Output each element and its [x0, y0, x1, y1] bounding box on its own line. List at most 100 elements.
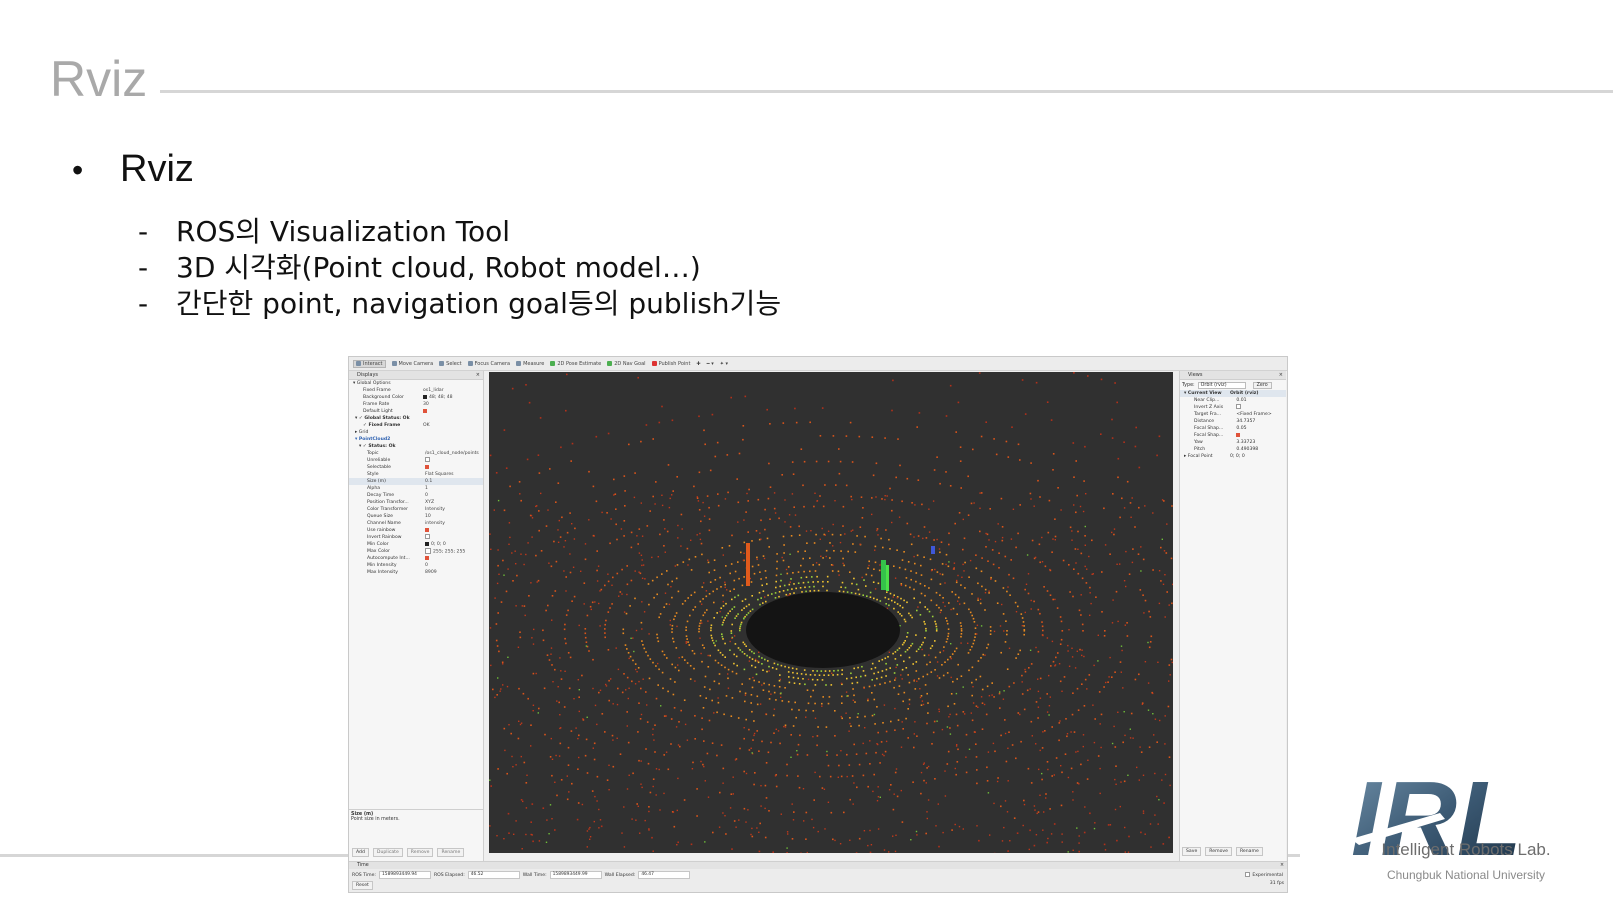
view-property-row[interactable]: ▸ Focal Point 0; 0; 0	[1180, 453, 1286, 460]
view-property-row[interactable]: Near Clip... 0.01	[1180, 397, 1286, 404]
save-button[interactable]: Save	[1182, 847, 1202, 856]
display-property-row[interactable]: Selectable	[349, 464, 483, 471]
tool-measure[interactable]: Measure	[516, 361, 544, 367]
display-property-row[interactable]: Color Transformer Intensity	[349, 506, 483, 513]
close-icon[interactable]: ×	[1280, 862, 1287, 869]
checkbox-icon[interactable]	[425, 464, 429, 469]
display-property-row[interactable]: Topic/os1_cloud_node/points	[349, 450, 483, 457]
checkbox-icon[interactable]	[425, 534, 430, 539]
point	[711, 742, 714, 744]
color-swatch[interactable]	[425, 541, 429, 546]
display-property-row[interactable]: Frame Rate 30	[349, 401, 483, 408]
view-property-row[interactable]: Focal Shap...	[1180, 432, 1286, 439]
3d-viewport[interactable]	[489, 372, 1173, 853]
tool-add-plus[interactable]: ✚	[696, 361, 700, 367]
checkbox-icon[interactable]	[425, 527, 429, 532]
display-property-row[interactable]: Autocompute Int...	[349, 555, 483, 562]
point	[1089, 812, 1091, 815]
display-property-row[interactable]: ▾ ✓ Global Status: Ok	[349, 415, 483, 422]
rename-view-button[interactable]: Rename	[1235, 847, 1263, 856]
display-property-row[interactable]: Position Transfor... XYZ	[349, 499, 483, 506]
point	[551, 774, 553, 777]
display-property-row[interactable]: Channel Name intensity	[349, 520, 483, 527]
add-button[interactable]: Add	[352, 848, 369, 857]
point	[980, 570, 983, 573]
duplicate-button[interactable]: Duplicate	[372, 848, 403, 857]
display-property-row[interactable]: Fixed Frame os1_lidar	[349, 387, 483, 394]
point	[979, 492, 981, 494]
point	[814, 674, 816, 676]
wall-elapsed-field[interactable]: 46.47	[638, 871, 691, 879]
display-property-row[interactable]: Unreliable	[349, 457, 483, 464]
point	[766, 670, 768, 673]
point	[1147, 682, 1150, 684]
display-property-row[interactable]: ▸ Grid	[349, 429, 483, 436]
point	[806, 754, 809, 756]
remove-button[interactable]: Remove	[406, 848, 434, 857]
point	[1035, 834, 1038, 836]
display-property-row[interactable]: Use rainbow	[349, 527, 483, 534]
tool-move-camera[interactable]: Move Camera	[391, 361, 433, 367]
point	[969, 559, 972, 562]
color-swatch[interactable]	[423, 394, 427, 399]
display-property-row[interactable]: Min Intensity 0	[349, 562, 483, 569]
tool-options[interactable]: ✦ ▾	[720, 361, 728, 367]
point	[489, 627, 492, 629]
rename-button[interactable]: Rename	[437, 848, 465, 857]
view-property-row[interactable]: ▾ Current View Orbit (rviz)	[1180, 390, 1286, 397]
view-type-select[interactable]: Orbit (rviz)	[1197, 381, 1246, 389]
display-property-row[interactable]: Min Color 0; 0; 0	[349, 541, 483, 548]
point	[684, 600, 687, 602]
ros-elapsed-field[interactable]: 46.52	[467, 871, 520, 879]
point	[843, 564, 845, 567]
tool-select[interactable]: Select	[439, 361, 462, 367]
tool-nav-goal[interactable]: 2D Nav Goal	[607, 361, 646, 367]
checkbox-icon[interactable]	[423, 408, 427, 413]
display-property-row[interactable]: Alpha 1	[349, 485, 483, 492]
view-property-row[interactable]: Target Fra... <Fixed Frame>	[1180, 411, 1286, 418]
point	[908, 656, 911, 659]
wall-time-field[interactable]: 1589893449.99	[549, 871, 602, 879]
experimental-checkbox[interactable]: Experimental	[1245, 872, 1287, 878]
ros-time-field[interactable]: 1589893449.94	[378, 871, 431, 879]
display-property-row[interactable]: Max Intensity 8909	[349, 569, 483, 576]
zero-button[interactable]: Zero	[1252, 381, 1272, 389]
tool-focus-camera[interactable]: Focus Camera	[467, 361, 510, 367]
display-property-row[interactable]: Background Color 48; 48; 48	[349, 394, 483, 401]
checkbox-icon[interactable]	[1236, 404, 1242, 409]
tool-minus[interactable]: ━ ▾	[707, 361, 714, 367]
point	[919, 582, 922, 585]
display-property-row[interactable]: Invert Rainbow	[349, 534, 483, 541]
close-icon[interactable]: ×	[476, 371, 480, 379]
point	[952, 680, 954, 683]
view-property-row[interactable]: Yaw 3.33723	[1180, 439, 1286, 446]
tool-interact[interactable]: Interact	[353, 359, 386, 368]
display-property-row[interactable]: Max Color 255; 255; 255	[349, 548, 483, 555]
color-swatch[interactable]	[425, 548, 431, 554]
view-property-row[interactable]: Distance 34.7357	[1180, 418, 1286, 425]
display-property-row[interactable]: Decay Time 0	[349, 492, 483, 499]
point	[665, 603, 668, 605]
view-property-row[interactable]: Invert Z Axis	[1180, 404, 1286, 411]
checkbox-icon[interactable]	[425, 555, 429, 560]
tool-publish-point[interactable]: Publish Point	[651, 361, 690, 367]
point	[1073, 372, 1075, 374]
display-property-row[interactable]: Default Light	[349, 408, 483, 415]
checkbox-icon[interactable]	[425, 457, 430, 462]
view-property-row[interactable]: Focal Shap... 0.05	[1180, 425, 1286, 432]
display-property-row[interactable]: Size (m) 0.1	[349, 478, 483, 485]
display-property-row[interactable]: Queue Size 10	[349, 513, 483, 520]
view-property-row[interactable]: Pitch 0.490398	[1180, 446, 1286, 453]
tool-pose-estimate[interactable]: 2D Pose Estimate	[550, 361, 601, 367]
checkbox-icon[interactable]	[1236, 432, 1241, 437]
remove-view-button[interactable]: Remove	[1205, 847, 1232, 856]
point	[893, 607, 895, 610]
display-property-row[interactable]: ▾ ✓ Status: Ok	[349, 443, 483, 450]
close-icon[interactable]: ×	[1279, 371, 1283, 379]
display-property-row[interactable]: ✓ Fixed Frame OK	[349, 422, 483, 429]
display-property-row[interactable]: ▾ Global Options	[349, 380, 483, 387]
point	[936, 675, 939, 677]
reset-button[interactable]: Reset	[352, 881, 373, 890]
display-property-row[interactable]: ▾ PointCloud2	[349, 436, 483, 443]
display-property-row[interactable]: Style Flat Squares	[349, 471, 483, 478]
